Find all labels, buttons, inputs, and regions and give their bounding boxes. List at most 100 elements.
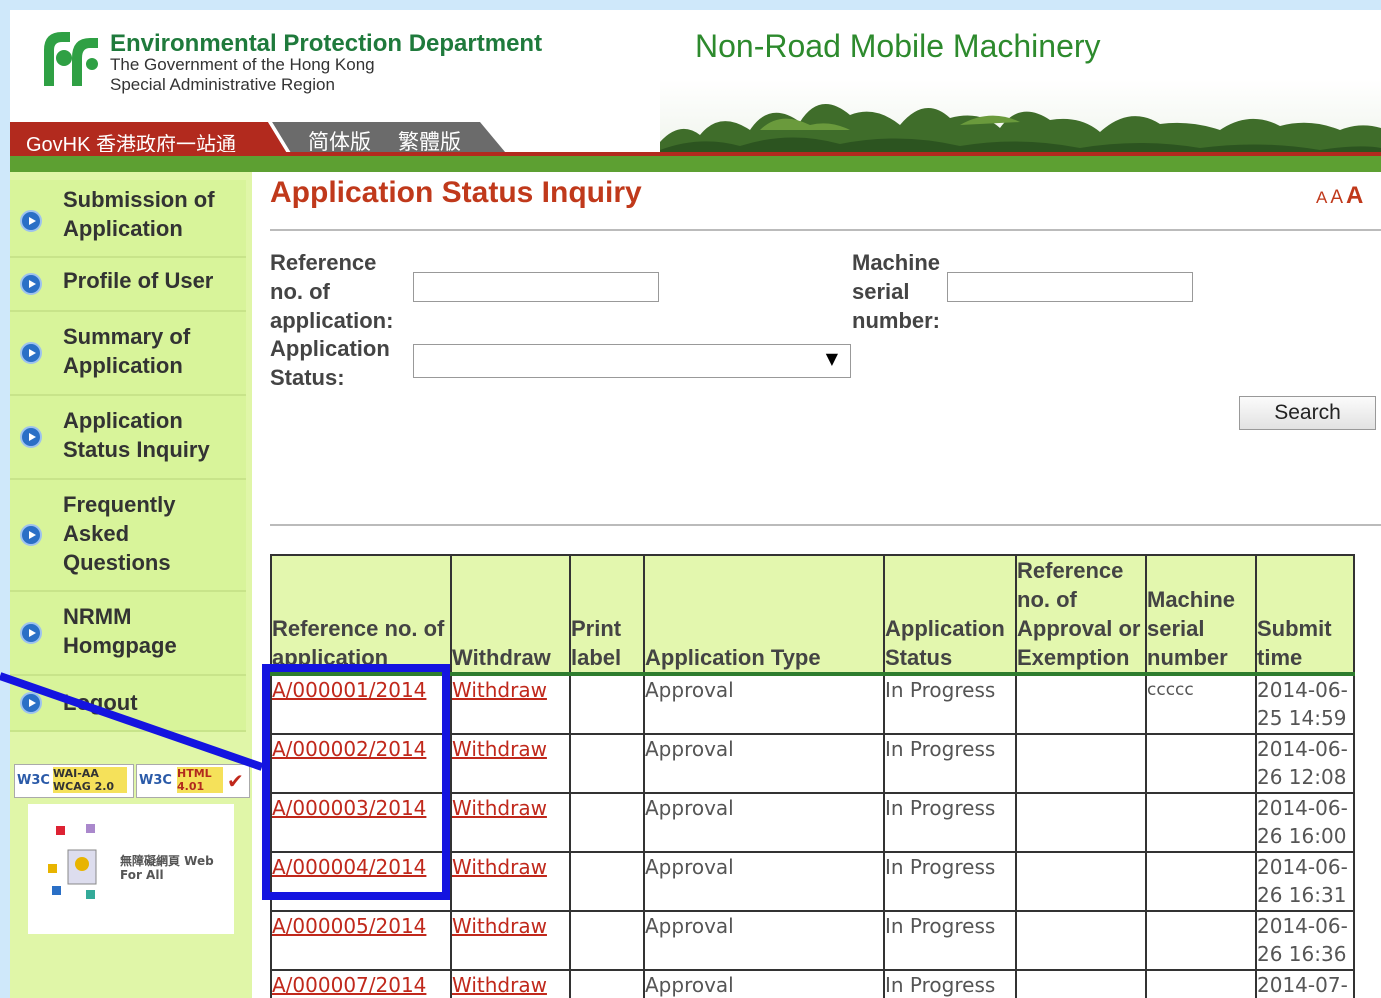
type-cell: Approval [643, 733, 885, 794]
status-cell: In Progress [883, 673, 1017, 735]
submit-time-cell: 2014-06-26 16:36 [1255, 910, 1355, 971]
col-header-reference[interactable]: Reference no. of application [270, 554, 452, 676]
status-cell: In Progress [883, 733, 1017, 794]
sidebar-item-faq[interactable]: Frequently Asked Questions [10, 480, 246, 592]
withdraw-link[interactable]: Withdraw [453, 855, 547, 879]
submit-time-cell: 2014-06-26 16:31 [1255, 851, 1355, 912]
w3c-wcag-badge[interactable]: W3C WAI-AA WCAG 2.0 [14, 764, 134, 798]
government-name-line2: Special Administrative Region [110, 75, 335, 94]
type-cell: Approval [643, 910, 885, 971]
arrow-bullet-icon [20, 622, 42, 644]
sidebar-item-label: Summary of Application [63, 324, 191, 378]
approval-cell [1015, 792, 1147, 853]
epd-logo-icon[interactable] [40, 28, 102, 88]
serial-cell [1145, 851, 1257, 912]
sidebar-item-logout[interactable]: Logout [10, 676, 246, 732]
sidebar-item-profile[interactable]: Profile of User [10, 258, 246, 312]
type-cell: Approval [643, 851, 885, 912]
sidebar-item-submission[interactable]: Submission of Application [10, 180, 246, 258]
table-row: A/000005/2014 Withdraw Approval In Progr… [270, 910, 1355, 971]
web-for-all-badge[interactable]: 無障礙網頁 Web For All [28, 804, 234, 934]
dropdown-arrow-icon: ▼ [825, 349, 838, 368]
approval-cell [1015, 969, 1147, 998]
annotation-highlight-box [262, 664, 450, 900]
serial-input[interactable] [947, 272, 1193, 302]
arrow-bullet-icon [20, 692, 42, 714]
serial-cell: ccccc [1145, 673, 1257, 735]
reference-input[interactable] [413, 272, 659, 302]
arrow-bullet-icon [20, 524, 42, 546]
sidebar-item-status-inquiry[interactable]: Application Status Inquiry [10, 396, 246, 480]
submit-time-cell: 2014-07- [1255, 969, 1355, 998]
accessibility-badges: W3C WAI-AA WCAG 2.0 W3C HTML 4.01 ✔ [14, 764, 250, 804]
table-row: A/000007/2014 Withdraw Approval In Progr… [270, 969, 1355, 998]
serial-cell [1145, 733, 1257, 794]
font-size-large-button[interactable]: A [1346, 182, 1363, 209]
withdraw-link[interactable]: Withdraw [453, 973, 547, 997]
withdraw-link[interactable]: Withdraw [453, 737, 547, 761]
print-label-cell [569, 851, 645, 912]
status-cell: In Progress [883, 969, 1017, 998]
header-red-rule [10, 152, 1381, 156]
submit-time-cell: 2014-06-26 16:00 [1255, 792, 1355, 853]
government-name-line1: The Government of the Hong Kong [110, 55, 375, 74]
print-label-cell [569, 673, 645, 735]
page-title: Application Status Inquiry [270, 176, 642, 209]
sidebar-item-nrmm-homepage[interactable]: NRMM Homgpage [10, 592, 246, 676]
arrow-bullet-icon [20, 273, 42, 295]
table-header-row: Reference no. of application Withdraw Pr… [270, 554, 1355, 676]
col-header-application-type[interactable]: Application Type [643, 554, 885, 676]
search-button[interactable]: Search [1239, 396, 1376, 430]
sidebar-item-label: Application Status Inquiry [63, 408, 210, 462]
withdraw-link[interactable]: Withdraw [453, 914, 547, 938]
withdraw-link[interactable]: Withdraw [453, 678, 547, 702]
sidebar-item-label: Submission of Application [63, 187, 215, 241]
sidebar-item-label: NRMM Homgpage [63, 604, 177, 658]
serial-cell [1145, 969, 1257, 998]
serial-cell [1145, 910, 1257, 971]
approval-cell [1015, 851, 1147, 912]
withdraw-link[interactable]: Withdraw [453, 796, 547, 820]
approval-cell [1015, 910, 1147, 971]
browser-page: Environmental Protection Department The … [0, 0, 1381, 998]
type-cell: Approval [643, 792, 885, 853]
col-header-serial-number[interactable]: Machine serial number [1145, 554, 1257, 676]
col-header-application-status[interactable]: Application Status [883, 554, 1017, 676]
arrow-bullet-icon [20, 210, 42, 232]
results-divider [270, 524, 1381, 526]
print-label-cell [569, 910, 645, 971]
status-cell: In Progress [883, 851, 1017, 912]
site-title: Non-Road Mobile Machinery [695, 28, 1101, 64]
font-size-controls: AAA [1316, 182, 1366, 210]
serial-cell [1145, 792, 1257, 853]
sidebar-item-label: Logout [63, 690, 138, 715]
html-badge-text: HTML 4.01 [177, 767, 223, 793]
col-header-submit-time[interactable]: Submit time [1255, 554, 1355, 676]
status-cell: In Progress [883, 792, 1017, 853]
title-divider [270, 229, 1381, 231]
left-margin [0, 0, 10, 998]
approval-cell [1015, 673, 1147, 735]
approval-cell [1015, 733, 1147, 794]
status-select[interactable]: ▼ [413, 344, 851, 378]
arrow-bullet-icon [20, 426, 42, 448]
status-cell: In Progress [883, 910, 1017, 971]
serial-label: Machine serial number: [852, 250, 941, 333]
print-label-cell [569, 792, 645, 853]
reference-link[interactable]: A/000007/2014 [273, 973, 426, 997]
col-header-approval-reference[interactable]: Reference no. of Approval or Exemption [1015, 554, 1147, 676]
submit-time-cell: 2014-06-26 12:08 [1255, 733, 1355, 794]
font-size-small-button[interactable]: A [1316, 188, 1327, 207]
sidebar-item-summary[interactable]: Summary of Application [10, 312, 246, 396]
web-for-all-text: 無障礙網頁 Web For All [120, 854, 214, 882]
font-size-medium-button[interactable]: A [1330, 187, 1343, 208]
sidebar: Submission of Application Profile of Use… [10, 172, 252, 998]
reference-link[interactable]: A/000005/2014 [273, 914, 426, 938]
col-header-print-label[interactable]: Print label [569, 554, 645, 676]
site-header: Environmental Protection Department The … [10, 10, 1381, 160]
w3c-html-badge[interactable]: W3C HTML 4.01 ✔ [136, 764, 250, 798]
department-name: Environmental Protection Department [110, 30, 543, 57]
col-header-withdraw[interactable]: Withdraw [450, 554, 571, 676]
wcag-badge-text: WAI-AA WCAG 2.0 [53, 767, 127, 793]
type-cell: Approval [643, 969, 885, 998]
